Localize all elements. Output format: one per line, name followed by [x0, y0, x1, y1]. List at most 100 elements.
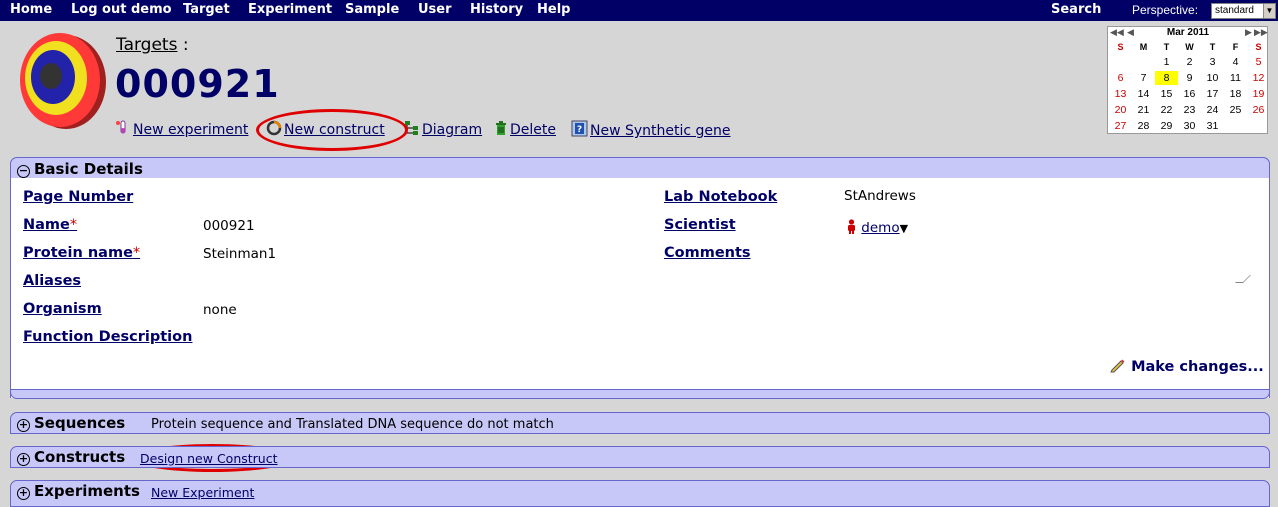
sequences-header[interactable]: + Sequences Protein sequence and Translat…: [10, 412, 1270, 434]
calendar-day[interactable]: 26: [1247, 103, 1270, 117]
calendar-day[interactable]: 11: [1224, 71, 1247, 85]
calendar-day[interactable]: 25: [1224, 103, 1247, 117]
diagram-link[interactable]: Diagram: [404, 120, 482, 138]
lab-notebook-label[interactable]: Lab Notebook: [664, 189, 777, 205]
basic-details-body: [10, 178, 1270, 398]
calendar-dow-label: S: [1255, 42, 1262, 52]
make-changes-link[interactable]: Make changes...: [1110, 357, 1264, 375]
calendar-day[interactable]: 3: [1201, 55, 1224, 69]
calendar-day[interactable]: 19: [1247, 87, 1270, 101]
calendar-day[interactable]: 4: [1224, 55, 1247, 69]
calendar-prev-year-icon[interactable]: ◀◀: [1110, 27, 1124, 38]
constructs-title-wrap: + Constructs: [17, 448, 125, 466]
name-label-text: Name: [23, 217, 70, 233]
nav-experiment[interactable]: Experiment: [248, 2, 332, 17]
experiments-title-wrap: + Experiments: [17, 482, 140, 500]
comments-label[interactable]: Comments: [664, 245, 751, 261]
user-person-icon: [848, 219, 855, 234]
nav-search[interactable]: Search: [1051, 2, 1101, 17]
nav-home[interactable]: Home: [10, 2, 52, 17]
nav-history[interactable]: History: [470, 2, 523, 17]
make-changes-label: Make changes...: [1131, 359, 1264, 375]
calendar-dow-label: S: [1117, 42, 1124, 52]
calendar-day[interactable]: 29: [1155, 119, 1178, 133]
design-new-construct-link[interactable]: Design new Construct: [140, 451, 278, 466]
nav-logout[interactable]: Log out demo: [71, 2, 172, 17]
nav-help[interactable]: Help: [537, 2, 570, 17]
calendar-day[interactable]: 21: [1132, 103, 1155, 117]
help-book-icon: ?: [571, 120, 588, 137]
page-number-label[interactable]: Page Number: [23, 189, 133, 205]
calendar-day[interactable]: 2: [1178, 55, 1201, 69]
calendar-dow-label: M: [1139, 42, 1148, 52]
collapse-icon[interactable]: −: [17, 165, 30, 178]
calendar-day[interactable]: 16: [1178, 87, 1201, 101]
calendar-day[interactable]: 31: [1201, 119, 1224, 133]
calendar-day[interactable]: 9: [1178, 71, 1201, 85]
calendar-dow-label: F: [1232, 42, 1239, 52]
constructs-title: Constructs: [34, 448, 126, 466]
calendar-day[interactable]: 14: [1132, 87, 1155, 101]
calendar-next-month-icon[interactable]: ▶: [1245, 27, 1252, 38]
calendar-day[interactable]: 15: [1155, 87, 1178, 101]
calendar-dow-label: W: [1185, 42, 1194, 52]
calendar-day[interactable]: 23: [1178, 103, 1201, 117]
nav-sample[interactable]: Sample: [345, 2, 399, 17]
required-marker: *: [132, 245, 141, 261]
calendar-header: ◀◀ ◀ Mar 2011 ▶ ▶▶: [1108, 27, 1268, 40]
new-experiment-link[interactable]: New experiment: [115, 120, 248, 138]
expand-icon[interactable]: +: [17, 487, 30, 500]
calendar-day[interactable]: 17: [1201, 87, 1224, 101]
calendar-day[interactable]: 20: [1109, 103, 1132, 117]
experiments-header[interactable]: + Experiments New Experiment: [10, 480, 1270, 507]
expand-icon[interactable]: +: [17, 419, 30, 432]
name-label[interactable]: Name*: [23, 217, 77, 233]
comments-textarea[interactable]: [843, 258, 1251, 283]
breadcrumb: Targets :: [116, 35, 189, 55]
basic-details-header[interactable]: − Basic Details: [10, 157, 1270, 179]
calendar-prev-month-icon[interactable]: ◀: [1127, 27, 1134, 38]
name-value: 000921: [203, 218, 255, 234]
svg-text:?: ?: [577, 125, 582, 135]
calendar-day[interactable]: 18: [1224, 87, 1247, 101]
calendar-day[interactable]: 28: [1132, 119, 1155, 133]
new-experiment-panel-link[interactable]: New Experiment: [151, 485, 254, 500]
calendar-day[interactable]: 12: [1247, 71, 1270, 85]
calendar-day[interactable]: 6: [1109, 71, 1132, 85]
sequences-title-wrap: + Sequences: [17, 414, 125, 432]
calendar-day[interactable]: 10: [1201, 71, 1224, 85]
organism-label[interactable]: Organism: [23, 301, 102, 317]
calendar-day[interactable]: 5: [1247, 55, 1270, 69]
calendar-day[interactable]: 30: [1178, 119, 1201, 133]
nav-target[interactable]: Target: [183, 2, 230, 17]
chevron-down-icon: ▼: [1263, 4, 1275, 18]
scientist-label[interactable]: Scientist: [664, 217, 736, 233]
target-logo-icon: [20, 33, 106, 129]
new-construct-label: New construct: [284, 122, 385, 138]
calendar-day[interactable]: 27: [1109, 119, 1132, 133]
calendar-day[interactable]: 13: [1109, 87, 1132, 101]
calendar-day[interactable]: 7: [1132, 71, 1155, 85]
constructs-header[interactable]: + Constructs Design new Construct: [10, 446, 1270, 468]
calendar-next-year-icon[interactable]: ▶▶: [1254, 27, 1268, 38]
nav-user[interactable]: User: [418, 2, 452, 17]
breadcrumb-separator: :: [182, 35, 189, 55]
calendar-day[interactable]: 1: [1155, 55, 1178, 69]
perspective-select[interactable]: standard ▼: [1211, 3, 1276, 19]
calendar-widget: ◀◀ ◀ Mar 2011 ▶ ▶▶ S M T W T F S 1 2 3 4 5 6 7 8 9 10 11 1…: [1107, 26, 1268, 134]
scientist-menu-arrow-icon[interactable]: ▼: [900, 222, 908, 235]
protein-name-label-text: Protein name: [23, 245, 133, 261]
new-synthetic-gene-link[interactable]: ? New Synthetic gene: [571, 120, 731, 139]
calendar-day[interactable]: 22: [1155, 103, 1178, 117]
new-construct-link[interactable]: New construct: [266, 120, 385, 138]
calendar-day[interactable]: 8: [1155, 71, 1178, 85]
breadcrumb-targets-link[interactable]: Targets: [116, 35, 177, 55]
expand-icon[interactable]: +: [17, 453, 30, 466]
sequences-title: Sequences: [34, 414, 126, 432]
function-description-label[interactable]: Function Description: [23, 329, 192, 345]
aliases-label[interactable]: Aliases: [23, 273, 81, 289]
delete-link[interactable]: Delete: [494, 120, 556, 138]
scientist-link[interactable]: demo: [861, 220, 899, 236]
protein-name-label[interactable]: Protein name*: [23, 245, 140, 261]
calendar-day[interactable]: 24: [1201, 103, 1224, 117]
